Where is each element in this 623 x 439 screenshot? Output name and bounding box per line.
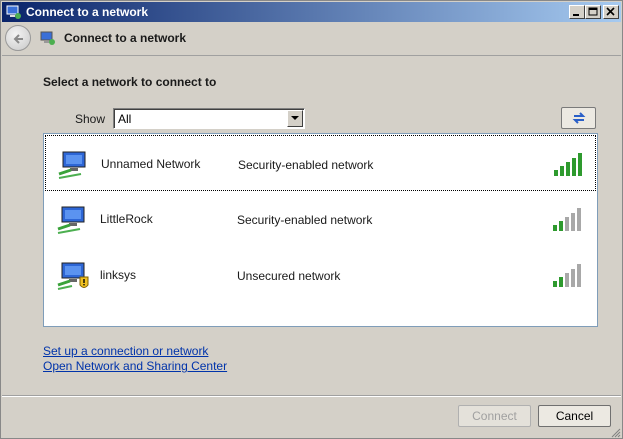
divider [2,396,621,397]
wireless-network-icon [58,151,86,179]
setup-connection-link[interactable]: Set up a connection or network [43,344,208,358]
list-item[interactable]: Unnamed Network Security-enabled network [45,135,596,191]
resize-grip-icon[interactable] [609,426,621,438]
network-security: Security-enabled network [237,213,373,227]
connect-button[interactable]: Connect [458,405,531,427]
sharing-center-link[interactable]: Open Network and Sharing Center [43,359,227,373]
divider [2,55,621,56]
list-item[interactable]: linksys Unsecured network [45,247,596,303]
maximize-icon [588,7,598,16]
close-button[interactable] [603,5,619,19]
minimize-icon [573,14,579,16]
signal-strength-icon [554,153,582,176]
maximize-button[interactable] [585,5,601,19]
network-name: LittleRock [100,212,153,226]
chevron-down-icon [291,116,299,120]
close-icon [606,7,615,16]
list-item[interactable]: LittleRock Security-enabled network [45,191,596,247]
show-filter-value: All [118,112,132,126]
minimize-button[interactable] [569,5,585,19]
wireless-network-icon [57,206,85,234]
network-app-icon [6,5,21,19]
show-label: Show [75,112,106,126]
signal-strength-icon [553,264,581,287]
network-security: Security-enabled network [238,158,374,172]
cancel-button[interactable]: Cancel [538,405,611,427]
refresh-button[interactable] [561,107,596,129]
dropdown-button[interactable] [287,110,303,127]
page-heading: Select a network to connect to [43,75,217,89]
network-list[interactable]: Unnamed Network Security-enabled network… [43,133,598,327]
title-bar[interactable]: Connect to a network [2,2,621,22]
nav-title: Connect to a network [64,31,187,45]
refresh-icon [572,112,586,124]
network-icon [40,31,55,45]
network-name: Unnamed Network [101,157,201,171]
network-security: Unsecured network [237,269,341,283]
back-arrow-icon [13,34,23,44]
window-title: Connect to a network [26,5,149,19]
show-filter-select[interactable]: All [113,108,305,129]
dialog-window: Connect to a network Connect to a networ… [0,0,623,439]
unsecured-wireless-network-icon [57,262,89,290]
signal-strength-icon [553,208,581,231]
network-name: linksys [100,268,137,282]
back-button[interactable] [5,25,31,51]
